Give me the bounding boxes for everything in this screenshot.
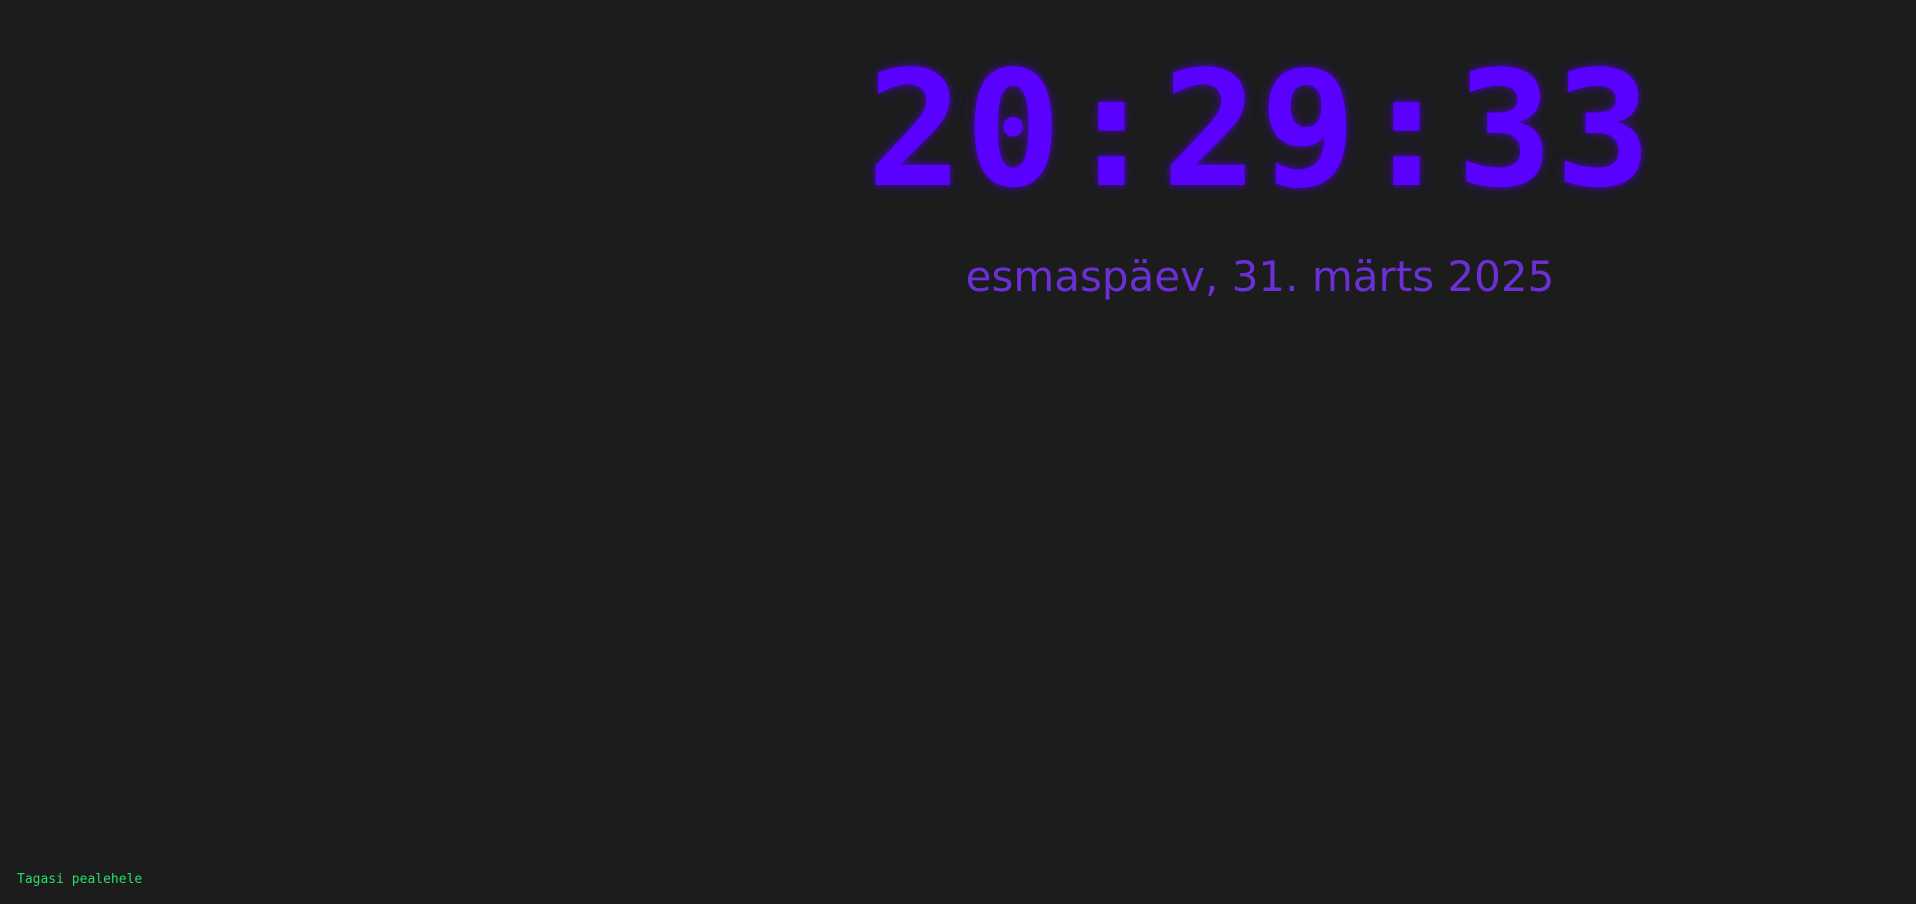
time-display: 20:29:33	[866, 36, 1654, 223]
clock-display: 20:29:33 esmaspäev, 31. märts 2025	[820, 30, 1700, 302]
back-to-home-link[interactable]: Tagasi pealehele	[17, 872, 142, 888]
date-display: esmaspäev, 31. märts 2025	[965, 252, 1555, 301]
clock-page: 20:29:33 esmaspäev, 31. märts 2025 Tagas…	[0, 0, 1916, 904]
